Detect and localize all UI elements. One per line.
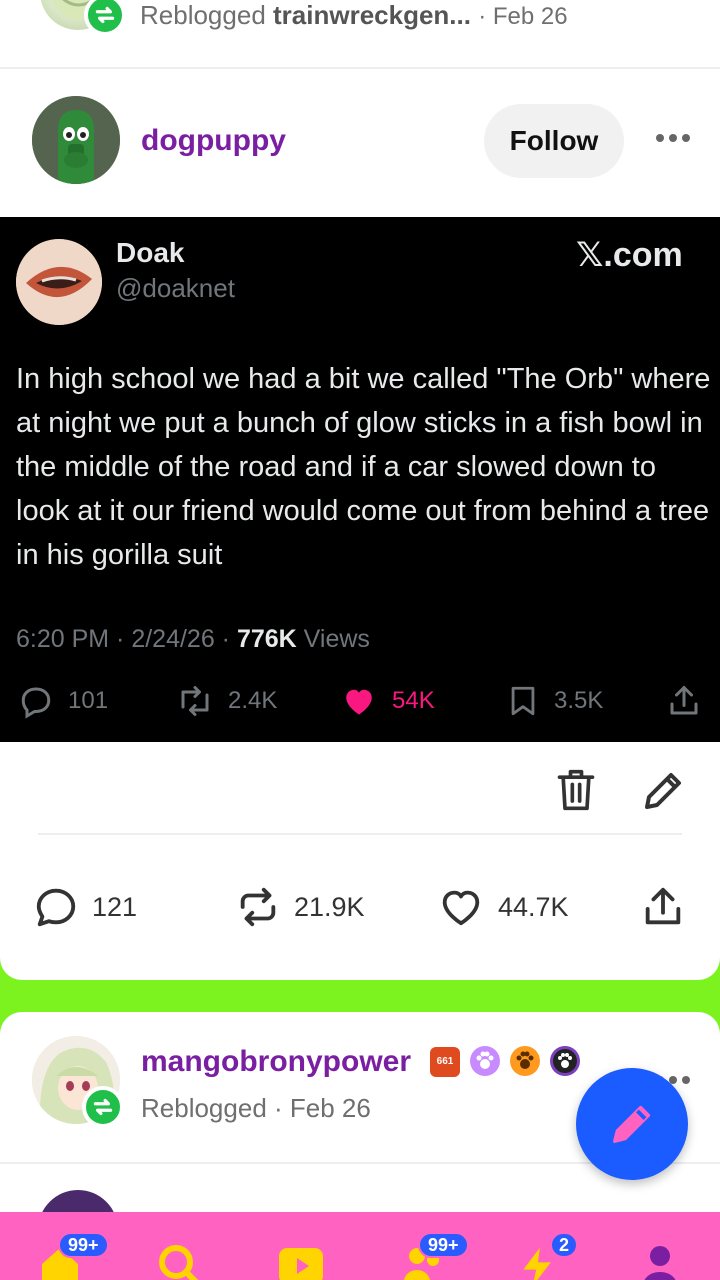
like-button[interactable]: 44.7K	[436, 884, 569, 930]
heart-filled-icon	[346, 689, 372, 715]
reply-bubble-icon	[21, 687, 51, 719]
tweet-display-name: Doak	[116, 237, 185, 268]
tweet-replies-count: 101	[68, 687, 109, 714]
tweet-meta: 6:20 PM · 2/24/26 · 776K Views	[16, 625, 370, 654]
next-post-username[interactable]: mangobronypower	[141, 1045, 411, 1079]
next-post-reblog-text: Reblogged · Feb 26	[141, 1093, 371, 1123]
reblog-badge-icon	[82, 1086, 124, 1128]
post-author-username[interactable]: dogpuppy	[141, 124, 286, 158]
badge-number: 661	[436, 1056, 454, 1067]
tweet-replies: 101	[18, 683, 108, 719]
heart-outline-icon	[442, 890, 480, 926]
paw-badge-icon[interactable]	[510, 1046, 540, 1076]
share-upload-icon	[645, 887, 681, 925]
tweet-reposts-count: 2.4K	[228, 687, 278, 714]
profile-icon[interactable]	[636, 1242, 684, 1280]
replies-button[interactable]: 121	[32, 884, 137, 930]
tweet-bookmarks: 3.5K	[506, 683, 603, 719]
reblogged-from-link[interactable]: trainwreckgen...	[273, 0, 471, 30]
share-button[interactable]	[640, 884, 686, 930]
post-date: · Feb 26	[478, 3, 568, 30]
reblog-badge-icon	[84, 0, 126, 36]
tweet-likes-count: 54K	[392, 687, 435, 714]
post-card: Reblogged trainwreckgen... · Feb 26 dogp…	[0, 0, 720, 980]
share-upload-icon	[670, 686, 698, 715]
previous-post-reblog-text: Reblogged trainwreckgen... · Feb 26	[140, 0, 568, 31]
reblogs-count: 21.9K	[294, 891, 365, 922]
reply-bubble-icon	[36, 888, 76, 927]
paw-badge-icon[interactable]	[550, 1046, 580, 1076]
video-play-icon[interactable]	[276, 1242, 326, 1280]
tweet-brand-label: 𝕏.com	[576, 236, 683, 274]
search-icon[interactable]	[156, 1242, 204, 1280]
paw-badge-icon[interactable]	[470, 1046, 500, 1076]
edit-pencil-icon[interactable]	[638, 766, 688, 816]
tweet-bookmarks-count: 3.5K	[554, 687, 604, 714]
compose-post-button[interactable]	[576, 1068, 688, 1180]
tweet-timestamp: 6:20 PM · 2/24/26 ·	[16, 625, 237, 653]
reblogged-label: Reblogged	[140, 0, 266, 30]
post-author-avatar[interactable]	[32, 96, 120, 184]
lightning-notification-badge: 2	[550, 1232, 578, 1258]
likes-count: 44.7K	[498, 891, 569, 922]
tweet-author-avatar	[16, 239, 102, 325]
repost-icon	[181, 686, 209, 716]
follow-button[interactable]: Follow	[484, 104, 624, 178]
home-notification-badge: 99+	[58, 1232, 109, 1258]
tweet-share	[666, 683, 702, 719]
delete-trash-icon[interactable]	[552, 766, 600, 814]
divider	[0, 67, 720, 69]
pencil-icon	[613, 1105, 651, 1143]
tweet-handle: @doaknet	[116, 273, 235, 303]
reblog-button[interactable]: 21.9K	[234, 884, 365, 930]
reblog-icon	[240, 887, 276, 927]
tweet-views-label: Views	[296, 625, 370, 653]
hexagon-badge-icon[interactable]: 661	[430, 1047, 460, 1077]
tweet-likes: 54K	[340, 683, 435, 719]
activity-notification-badge: 99+	[418, 1232, 469, 1258]
previous-post-reblog-row: Reblogged trainwreckgen... · Feb 26	[0, 0, 720, 66]
replies-count: 121	[92, 891, 138, 922]
embedded-tweet-image: Doak @doaknet 𝕏.com In high school we ha…	[0, 217, 720, 742]
tweet-reposts: 2.4K	[176, 683, 277, 719]
divider	[38, 833, 682, 835]
more-options-icon[interactable]	[656, 134, 690, 142]
bookmark-icon	[511, 686, 535, 716]
tweet-text: In high school we had a bit we called "T…	[16, 363, 711, 571]
tweet-views-count: 776K	[236, 625, 297, 653]
